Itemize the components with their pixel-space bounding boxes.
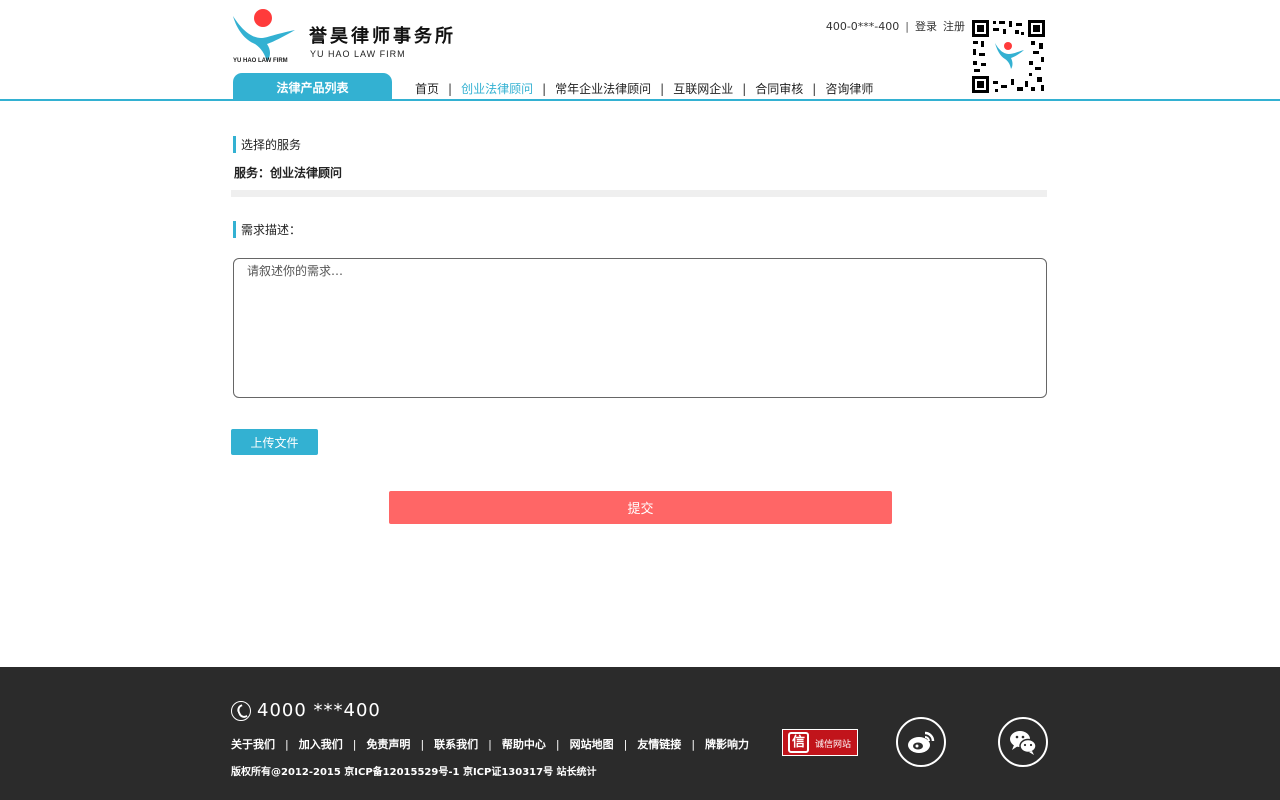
- nav-separator: |: [742, 82, 747, 96]
- requirement-heading: 需求描述：: [233, 221, 301, 238]
- footer-link-disclaimer[interactable]: 免责声明: [366, 736, 410, 752]
- trust-badge-label: 诚信网站: [815, 740, 852, 750]
- footer-separator: |: [285, 738, 289, 751]
- top-links-separator: |: [905, 20, 909, 33]
- footer-link-friends[interactable]: 友情链接: [637, 736, 681, 752]
- wechat-icon[interactable]: [998, 717, 1048, 767]
- qr-code-icon: [971, 19, 1046, 94]
- trust-site-badge[interactable]: 信 诚信网站: [782, 729, 858, 756]
- nav-item-annual-counsel[interactable]: 常年企业法律顾问: [555, 80, 651, 97]
- nav-item-home[interactable]: 首页: [415, 80, 439, 97]
- top-links: 400-0***-400 | 登录 注册: [826, 18, 965, 34]
- trust-seal-icon: 信: [788, 732, 809, 753]
- nav-separator: |: [812, 82, 817, 96]
- firm-name: 誉昊律师事务所: [309, 26, 456, 47]
- header-divider: [0, 99, 1280, 101]
- copyright-text: 版权所有@2012-2015 京ICP备12015529号-1 京ICP证130…: [231, 767, 597, 778]
- top-phone: 400-0***-400: [825, 20, 900, 33]
- footer-separator: |: [488, 738, 492, 751]
- nav-separator: |: [448, 82, 453, 96]
- footer-separator: |: [623, 738, 628, 751]
- footer-links: 关于我们 | 加入我们 | 免责声明 | 联系我们 | 帮助中心 | 网站地图 | 友情链接 | 牌影响力: [231, 736, 749, 752]
- site-footer: 4000 ***400 关于我们 | 加入我们 | 免责声明 | 联系我们 | 帮助中心 | 网站地…: [0, 667, 1280, 800]
- footer-separator: |: [420, 738, 425, 751]
- footer-phone: 4000 ***400: [257, 700, 381, 721]
- nav-item-internet-company[interactable]: 互联网企业: [673, 80, 733, 97]
- selected-service-heading: 选择的服务: [233, 136, 301, 153]
- footer-separator: |: [555, 738, 560, 751]
- section-divider: [231, 190, 1047, 197]
- footer-link-brand[interactable]: 牌影响力: [705, 736, 749, 752]
- firm-name-en: YU HAO LAW FIRM: [310, 49, 406, 59]
- phone-icon: [231, 701, 251, 721]
- nav-item-consult-lawyer[interactable]: 咨询律师: [825, 80, 873, 97]
- footer-link-help[interactable]: 帮助中心: [502, 736, 546, 752]
- submit-button[interactable]: 提交: [389, 491, 892, 524]
- site-header: YU HAO LAW FIRM 誉昊律师事务所 YU HAO LAW FIRM …: [0, 0, 1280, 101]
- nav-separator: |: [660, 82, 665, 96]
- footer-separator: |: [352, 738, 357, 751]
- login-link[interactable]: 登录: [915, 18, 937, 34]
- nav-item-contract-review[interactable]: 合同审核: [755, 80, 803, 97]
- footer-link-sitemap[interactable]: 网站地图: [570, 736, 614, 752]
- selected-service-value: 服务：创业法律顾问: [234, 166, 343, 180]
- main-nav: 首页 | 创业法律顾问 | 常年企业法律顾问 | 互联网企业 | 合同审核 | 咨询律师: [415, 80, 873, 97]
- weibo-icon[interactable]: [896, 717, 946, 767]
- upload-file-button[interactable]: 上传文件: [231, 429, 318, 455]
- footer-link-about[interactable]: 关于我们: [231, 736, 275, 752]
- requirement-input[interactable]: [233, 258, 1047, 398]
- footer-link-join[interactable]: 加入我们: [299, 736, 343, 752]
- footer-separator: |: [691, 738, 696, 751]
- register-link[interactable]: 注册: [943, 18, 965, 34]
- nav-item-startup-counsel[interactable]: 创业法律顾问: [461, 80, 533, 97]
- nav-separator: |: [542, 82, 547, 96]
- footer-link-contact[interactable]: 联系我们: [434, 736, 478, 752]
- logo-caption: YU HAO LAW FIRM: [233, 58, 288, 64]
- legal-products-tab[interactable]: 法律产品列表: [233, 73, 392, 101]
